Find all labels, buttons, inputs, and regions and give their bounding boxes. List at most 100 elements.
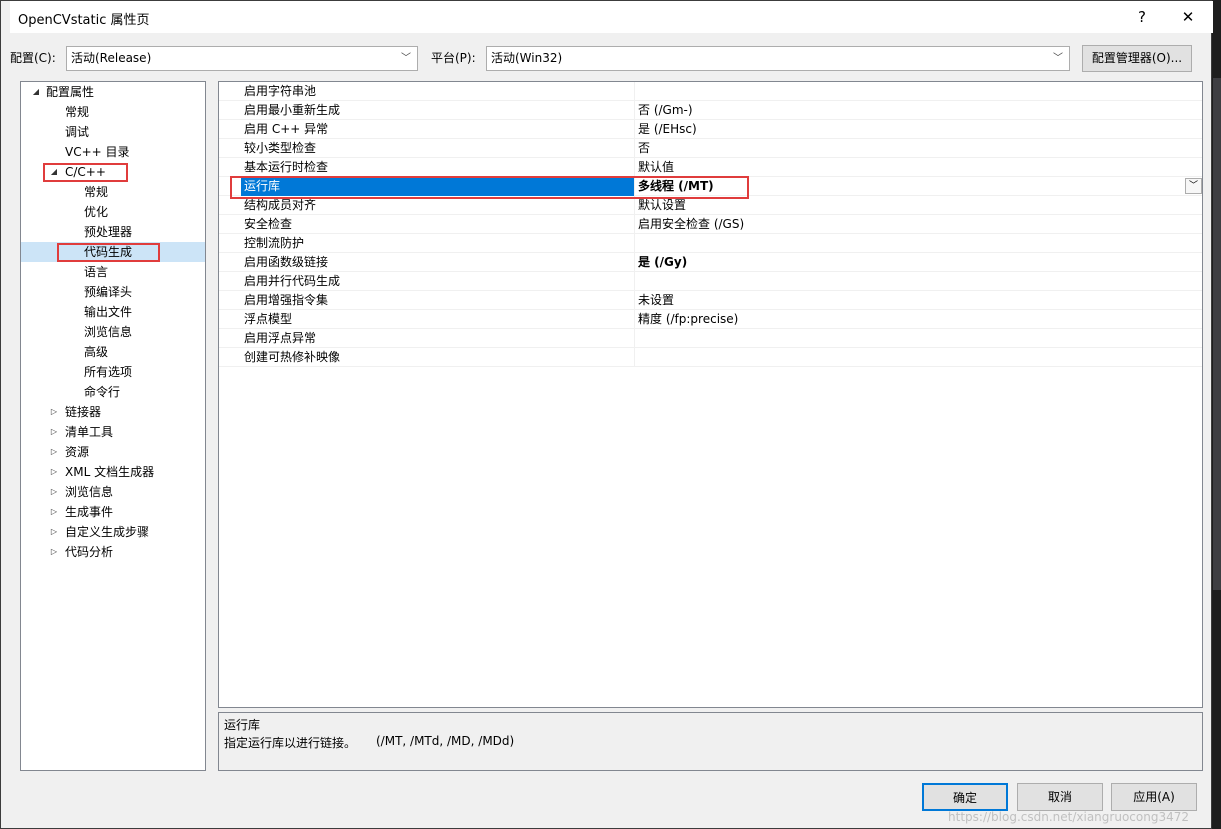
property-value: 否 bbox=[638, 141, 651, 155]
tree-item-label: 自定义生成步骤 bbox=[65, 525, 150, 539]
tree-item-label: 浏览信息 bbox=[84, 325, 133, 339]
property-value: 是 (/Gy) bbox=[638, 255, 688, 269]
property-tree[interactable]: ◢ 配置属性 常规 调试 VC++ 目录 ◢ C/C++ 常规 优化 预处理器 代码生成 语言 预编译头… bbox=[20, 81, 206, 771]
title-bar: OpenCVstatic 属性页 ? ✕ bbox=[10, 1, 1213, 33]
tree-item[interactable]: ▷ 资源 bbox=[21, 442, 205, 462]
config-dropdown[interactable]: 活动(Release) ﹀ bbox=[66, 46, 418, 71]
tree-item-label: 常规 bbox=[84, 185, 109, 199]
property-pages-dialog: OpenCVstatic 属性页 ? ✕ 配置(C): 活动(Release) … bbox=[0, 0, 1213, 829]
property-row[interactable]: 基本运行时检查 默认值 bbox=[219, 158, 1202, 177]
tree-item-label: 代码分析 bbox=[65, 545, 114, 559]
tree-item-label: 调试 bbox=[65, 125, 90, 139]
tree-item[interactable]: ▷ 链接器 bbox=[21, 402, 205, 422]
property-name: 启用增强指令集 bbox=[244, 293, 329, 307]
collapsed-arrow-icon[interactable]: ▷ bbox=[49, 422, 59, 442]
close-button[interactable]: ✕ bbox=[1173, 5, 1203, 29]
tree-item[interactable]: ▷ 代码分析 bbox=[21, 542, 205, 562]
property-name: 较小类型检查 bbox=[244, 141, 317, 155]
expanded-arrow-icon[interactable]: ◢ bbox=[31, 82, 41, 102]
window-title: OpenCVstatic 属性页 bbox=[18, 13, 150, 28]
description-title: 运行库 bbox=[224, 718, 261, 732]
apply-button[interactable]: 应用(A) bbox=[1111, 783, 1197, 811]
property-row[interactable]: 启用增强指令集 未设置 bbox=[219, 291, 1202, 310]
tree-item[interactable]: 命令行 bbox=[21, 382, 205, 402]
tree-item[interactable]: VC++ 目录 bbox=[21, 142, 205, 162]
property-row[interactable]: 启用浮点异常 bbox=[219, 329, 1202, 348]
property-row[interactable]: 浮点模型 精度 (/fp:precise) bbox=[219, 310, 1202, 329]
property-value: 默认值 bbox=[638, 160, 675, 174]
chevron-down-icon[interactable]: ﹀ bbox=[1185, 178, 1202, 194]
collapsed-arrow-icon[interactable]: ▷ bbox=[49, 482, 59, 502]
tree-item-label: 清单工具 bbox=[65, 425, 114, 439]
property-row[interactable]: 启用并行代码生成 bbox=[219, 272, 1202, 291]
property-row[interactable]: 启用字符串池 bbox=[219, 82, 1202, 101]
collapsed-arrow-icon[interactable]: ▷ bbox=[49, 442, 59, 462]
tree-item[interactable]: ▷ 生成事件 bbox=[21, 502, 205, 522]
ok-button[interactable]: 确定 bbox=[922, 783, 1008, 811]
config-manager-button[interactable]: 配置管理器(O)... bbox=[1082, 45, 1192, 72]
highlight-box bbox=[230, 176, 749, 199]
tree-item[interactable]: 预处理器 bbox=[21, 222, 205, 242]
tree-item-label: 命令行 bbox=[84, 385, 121, 399]
property-row[interactable]: 创建可热修补映像 bbox=[219, 348, 1202, 367]
property-row[interactable]: 启用 C++ 异常 是 (/EHsc) bbox=[219, 120, 1202, 139]
tree-item[interactable]: 所有选项 bbox=[21, 362, 205, 382]
property-name: 启用函数级链接 bbox=[244, 255, 329, 269]
collapsed-arrow-icon[interactable]: ▷ bbox=[49, 462, 59, 482]
tree-item-label: 配置属性 bbox=[46, 85, 95, 99]
background-scrollbar bbox=[1213, 78, 1221, 590]
tree-item-label: 资源 bbox=[65, 445, 90, 459]
tree-item-label: 链接器 bbox=[65, 405, 102, 419]
property-name: 浮点模型 bbox=[244, 312, 293, 326]
help-button[interactable]: ? bbox=[1127, 5, 1157, 29]
config-value: 活动(Release) bbox=[71, 51, 152, 65]
tree-item[interactable]: ▷ XML 文档生成器 bbox=[21, 462, 205, 482]
property-row[interactable]: 启用函数级链接 是 (/Gy) bbox=[219, 253, 1202, 272]
property-name: 控制流防护 bbox=[244, 236, 305, 250]
property-name: 基本运行时检查 bbox=[244, 160, 329, 174]
tree-item-label: 语言 bbox=[84, 265, 109, 279]
property-row[interactable]: 较小类型检查 否 bbox=[219, 139, 1202, 158]
property-value: 是 (/EHsc) bbox=[638, 122, 697, 136]
property-name: 启用 C++ 异常 bbox=[244, 122, 329, 136]
tree-item-label: 输出文件 bbox=[84, 305, 133, 319]
property-value: 精度 (/fp:precise) bbox=[638, 312, 739, 326]
cancel-button[interactable]: 取消 bbox=[1017, 783, 1103, 811]
tree-item[interactable]: ▷ 浏览信息 bbox=[21, 482, 205, 502]
tree-item-label: XML 文档生成器 bbox=[65, 465, 155, 479]
tree-item-label: VC++ 目录 bbox=[65, 145, 130, 159]
tree-item[interactable]: 常规 bbox=[21, 182, 205, 202]
property-grid[interactable]: 启用字符串池 启用最小重新生成 否 (/Gm-) 启用 C++ 异常 是 (/EHsc)… bbox=[218, 81, 1203, 708]
tree-item[interactable]: ▷ 自定义生成步骤 bbox=[21, 522, 205, 542]
tree-item[interactable]: 预编译头 bbox=[21, 282, 205, 302]
tree-item[interactable]: 浏览信息 bbox=[21, 322, 205, 342]
description-text: 指定运行库以进行链接。 bbox=[224, 736, 357, 750]
platform-dropdown[interactable]: 活动(Win32) ﹀ bbox=[486, 46, 1070, 71]
property-value: 未设置 bbox=[638, 293, 675, 307]
tree-item[interactable]: 高级 bbox=[21, 342, 205, 362]
tree-item[interactable]: ▷ 清单工具 bbox=[21, 422, 205, 442]
tree-item[interactable]: 输出文件 bbox=[21, 302, 205, 322]
tree-item-label: 预编译头 bbox=[84, 285, 133, 299]
collapsed-arrow-icon[interactable]: ▷ bbox=[49, 502, 59, 522]
tree-item[interactable]: 调试 bbox=[21, 122, 205, 142]
tree-item[interactable]: 常规 bbox=[21, 102, 205, 122]
tree-item[interactable]: ◢ 配置属性 bbox=[21, 82, 205, 102]
tree-item[interactable]: 优化 bbox=[21, 202, 205, 222]
description-panel: 运行库 指定运行库以进行链接。 (/MT, /MTd, /MD, /MDd) bbox=[218, 712, 1203, 771]
property-name: 启用浮点异常 bbox=[244, 331, 317, 345]
property-row[interactable]: 安全检查 启用安全检查 (/GS) bbox=[219, 215, 1202, 234]
platform-value: 活动(Win32) bbox=[491, 51, 563, 65]
collapsed-arrow-icon[interactable]: ▷ bbox=[49, 542, 59, 562]
property-value: 否 (/Gm-) bbox=[638, 103, 693, 117]
collapsed-arrow-icon[interactable]: ▷ bbox=[49, 402, 59, 422]
highlight-box bbox=[57, 243, 160, 262]
tree-item-label: 所有选项 bbox=[84, 365, 133, 379]
tree-item-label: 预处理器 bbox=[84, 225, 133, 239]
property-row[interactable]: 控制流防护 bbox=[219, 234, 1202, 253]
property-row[interactable]: 启用最小重新生成 否 (/Gm-) bbox=[219, 101, 1202, 120]
tree-item[interactable]: 语言 bbox=[21, 262, 205, 282]
property-name: 安全检查 bbox=[244, 217, 293, 231]
property-name: 创建可热修补映像 bbox=[244, 350, 341, 364]
collapsed-arrow-icon[interactable]: ▷ bbox=[49, 522, 59, 542]
